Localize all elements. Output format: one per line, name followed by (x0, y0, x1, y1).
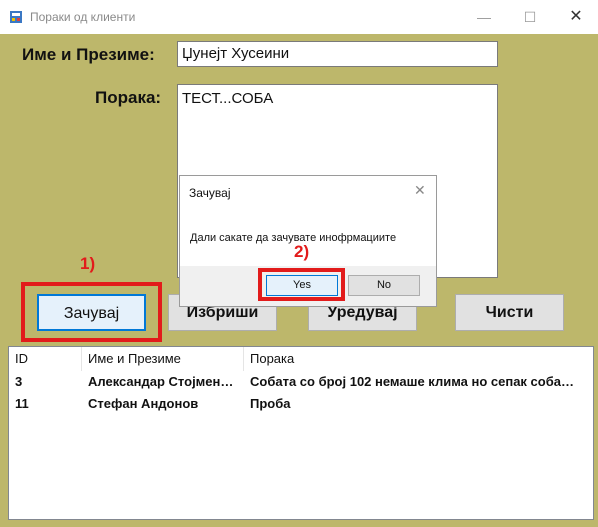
cell-name: Александар Стојменски (88, 374, 240, 389)
messages-list[interactable]: ID Име и Презиме Порака 3 Александар Сто… (8, 346, 594, 520)
title-bar[interactable]: Пораки од клиенти — ☐ ✕ (0, 0, 598, 34)
column-header-message[interactable]: Порака (244, 347, 593, 371)
window-title: Пораки од клиенти (30, 10, 136, 24)
dialog-title: Зачувај (189, 186, 231, 200)
cell-id: 11 (15, 396, 29, 411)
cell-message: Проба (250, 396, 291, 411)
annotation-step-2: 2) (294, 242, 310, 261)
annotation-highlight-yes (258, 268, 345, 301)
minimize-icon[interactable]: — (462, 0, 506, 34)
app-icon (10, 11, 22, 23)
table-row[interactable]: 11 Стефан Андонов Проба (9, 393, 593, 415)
clear-button[interactable]: Чисти (455, 294, 564, 331)
cell-name: Стефан Андонов (88, 396, 199, 411)
main-window: Пораки од клиенти — ☐ ✕ Име и Презиме: Џ… (0, 0, 598, 527)
maximize-icon[interactable]: ☐ (508, 0, 552, 34)
annotation-highlight-save (21, 282, 162, 342)
no-button[interactable]: No (348, 275, 420, 296)
cell-message: Собата со број 102 немаше клима но сепак… (250, 374, 580, 389)
message-label: Порака: (95, 88, 162, 107)
close-icon[interactable]: ✕ (554, 0, 598, 34)
dialog-close-icon[interactable]: ✕ (414, 182, 426, 199)
column-header-name[interactable]: Име и Презиме (82, 347, 244, 371)
table-row[interactable]: 3 Александар Стојменски Собата со број 1… (9, 371, 593, 393)
column-header-id[interactable]: ID (9, 347, 82, 371)
name-input[interactable]: Џунејт Хусеини (177, 41, 498, 67)
annotation-step-1: 1) (80, 254, 96, 273)
cell-id: 3 (15, 374, 23, 389)
name-label: Име и Презиме: (22, 45, 155, 64)
